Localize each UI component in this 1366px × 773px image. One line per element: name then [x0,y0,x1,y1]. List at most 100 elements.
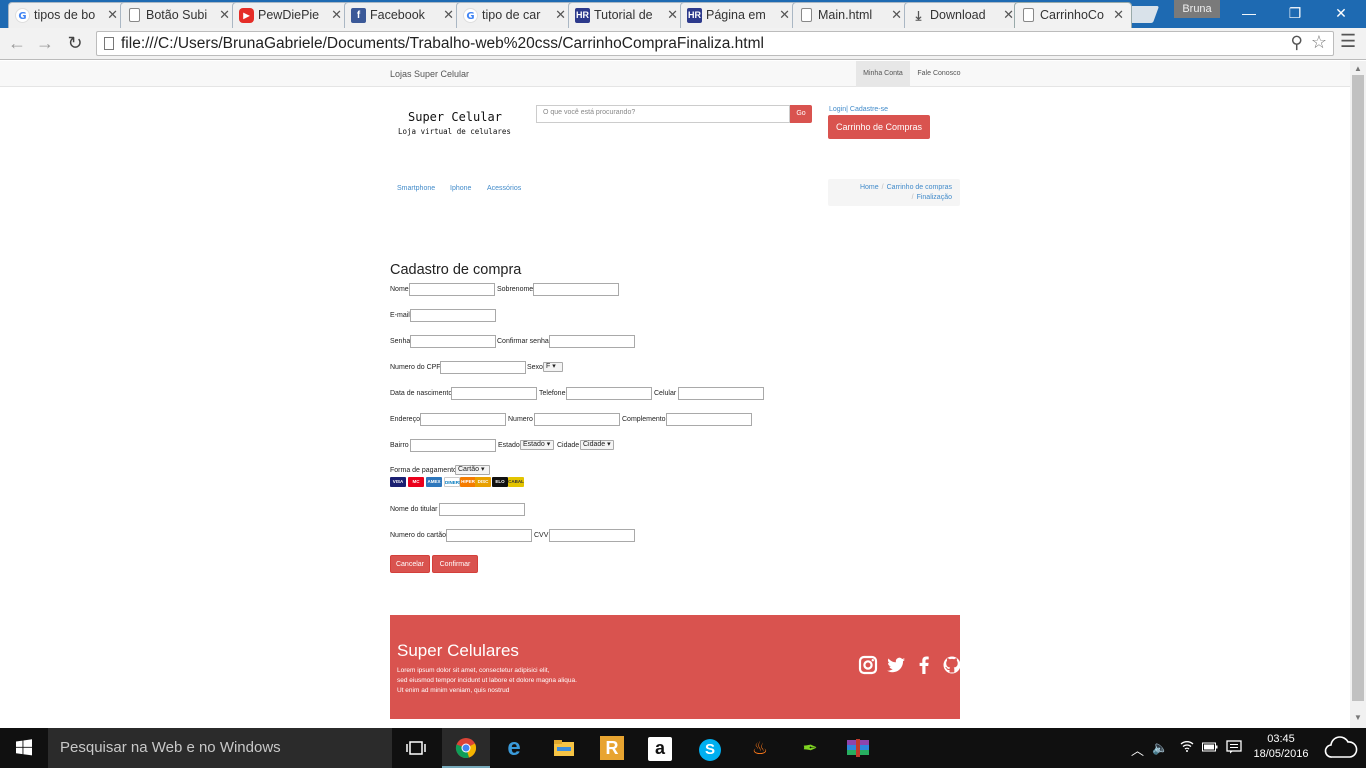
wifi-icon[interactable] [1180,740,1194,755]
nome-input[interactable] [409,283,495,296]
breadcrumb-cart[interactable]: Carrinho de compras [887,184,952,191]
cvv-input[interactable] [549,529,635,542]
scroll-down-icon[interactable]: ▼ [1354,713,1362,722]
numero-input[interactable] [534,413,620,426]
zoom-icon[interactable]: ⚲ [1291,33,1303,53]
tray-chevron-up-icon[interactable]: ︿ [1131,740,1144,759]
search-button[interactable]: Go [790,105,812,123]
pagamento-select[interactable]: Cartão ▾ [455,465,490,475]
endereco-input[interactable] [420,413,506,426]
scroll-up-icon[interactable]: ▲ [1354,64,1362,73]
tab-3[interactable]: ▶ PewDiePie ✕ [232,2,350,28]
tab-8[interactable]: Main.html ✕ [792,2,910,28]
winrar-icon[interactable] [834,728,882,768]
edge-icon[interactable]: e [490,728,538,768]
tab-title: Download [930,8,986,22]
taskbar-clock[interactable]: 03:45 18/05/2016 [1252,732,1310,762]
minimize-icon[interactable]: — [1226,0,1272,26]
category-smartphone[interactable]: Smartphone [397,185,435,192]
close-tab-icon[interactable]: ✕ [667,7,678,23]
store-brand[interactable]: Lojas Super Celular [390,69,469,79]
sobrenome-input[interactable] [533,283,619,296]
label-cidade: Cidade [557,442,580,449]
profile-button[interactable]: Bruna [1174,0,1220,18]
category-accessories[interactable]: Acessórios [487,185,521,192]
tab-10-active[interactable]: CarrinhoCo ✕ [1014,2,1132,28]
task-view-icon[interactable] [392,728,440,768]
skype-icon[interactable]: S [686,728,734,768]
file-explorer-icon[interactable] [540,728,588,768]
close-tab-icon[interactable]: ✕ [779,7,790,23]
login-link[interactable]: Login| Cadastre-se [829,106,888,113]
taskbar-search-input[interactable]: Pesquisar na Web e no Windows [48,728,392,768]
bookmark-star-icon[interactable]: ☆ [1311,32,1327,53]
bairro-input[interactable] [410,439,496,452]
tab-5[interactable]: G tipo de car ✕ [456,2,574,28]
sexo-select[interactable]: F ▾ [543,362,563,372]
twitter-icon[interactable] [886,655,906,675]
confirm-button[interactable]: Confirmar [432,555,478,573]
telefone-input[interactable] [566,387,652,400]
forward-icon[interactable]: → [34,32,56,54]
chrome-icon[interactable] [442,728,490,768]
nav-contact[interactable]: Fale Conosco [912,61,966,87]
tab-2[interactable]: Botão Subi ✕ [120,2,238,28]
close-tab-icon[interactable]: ✕ [107,7,118,23]
close-tab-icon[interactable]: ✕ [1113,7,1124,23]
feather-app-icon[interactable]: ✒ [786,728,834,768]
address-bar[interactable]: file:///C:/Users/BrunaGabriele/Documents… [96,31,1334,56]
cancel-button[interactable]: Cancelar [390,555,430,573]
close-tab-icon[interactable]: ✕ [891,7,902,23]
senha-input[interactable] [410,335,496,348]
email-input[interactable] [410,309,496,322]
discover-logo: DISC [475,477,491,487]
breadcrumb-home[interactable]: Home [860,184,879,191]
close-tab-icon[interactable]: ✕ [443,7,454,23]
app-r-icon[interactable]: R [588,728,636,768]
cart-button[interactable]: Carrinho de Compras [828,115,930,139]
notification-icon[interactable] [1226,740,1242,757]
reload-icon[interactable]: ↻ [64,32,86,54]
scroll-thumb[interactable] [1352,75,1364,701]
estado-select[interactable]: Estado ▾ [520,440,554,450]
cpf-input[interactable] [440,361,526,374]
back-icon[interactable]: ← [6,32,28,54]
numero-cartao-input[interactable] [446,529,532,542]
tab-4[interactable]: f Facebook ✕ [344,2,462,28]
tab-9[interactable]: ⤓ Download ✕ [904,2,1022,28]
nav-my-account[interactable]: Minha Conta [856,61,910,87]
tab-6[interactable]: HR Tutorial de ✕ [568,2,686,28]
github-icon[interactable] [942,655,960,675]
close-tab-icon[interactable]: ✕ [1003,7,1014,23]
logo-title[interactable]: Super Celular [408,110,502,124]
category-iphone[interactable]: Iphone [450,185,471,192]
url-text[interactable]: file:///C:/Users/BrunaGabriele/Documents… [121,35,764,53]
facebook-icon[interactable] [914,655,934,675]
volume-icon[interactable]: 🔈 [1152,740,1168,756]
close-tab-icon[interactable]: ✕ [331,7,342,23]
windows-start-button[interactable] [0,728,48,768]
close-tab-icon[interactable]: ✕ [219,7,230,23]
instagram-icon[interactable] [858,655,878,675]
label-email: E-mail [390,312,410,319]
weather-cloud-icon[interactable] [1324,734,1358,763]
amazon-icon[interactable]: a [636,728,684,768]
titular-input[interactable] [439,503,525,516]
nascimento-input[interactable] [451,387,537,400]
breadcrumb: Home / Carrinho de compras / Finalização [828,179,960,206]
celular-input[interactable] [678,387,764,400]
restore-icon[interactable]: ❐ [1272,0,1318,26]
page-scrollbar[interactable]: ▲ ▼ [1350,61,1366,728]
cidade-select[interactable]: Cidade ▾ [580,440,614,450]
search-input[interactable]: O que você está procurando? [536,105,790,123]
battery-icon[interactable] [1202,740,1218,755]
tab-7[interactable]: HR Página em ✕ [680,2,798,28]
tab-1[interactable]: G tipos de bo ✕ [8,2,126,28]
close-tab-icon[interactable]: ✕ [555,7,566,23]
complemento-input[interactable] [666,413,752,426]
flame-app-icon[interactable]: ♨ [736,728,784,768]
confirmar-senha-input[interactable] [549,335,635,348]
close-window-icon[interactable]: ✕ [1318,0,1364,26]
menu-icon[interactable]: ☰ [1340,31,1356,52]
amex-logo: AMEX [426,477,442,487]
